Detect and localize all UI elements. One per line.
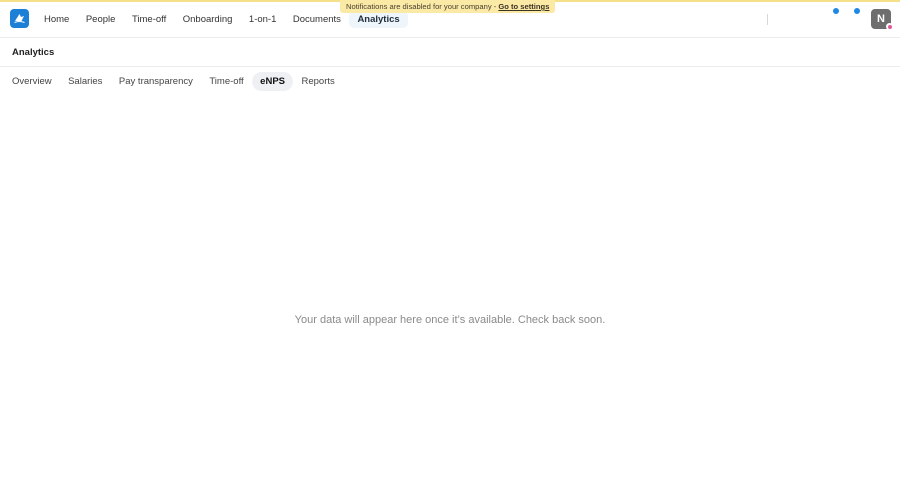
nav-item-time-off[interactable]: Time-off [124,11,174,28]
nav-item-documents[interactable]: Documents [285,11,349,28]
app-logo-icon[interactable] [10,9,29,28]
status-dot-icon[interactable] [833,8,839,14]
page-title: Analytics [12,47,55,58]
avatar-initial: N [877,13,885,25]
main-nav: Home People Time-off Onboarding 1-on-1 D… [36,11,408,28]
nav-item-one-on-one[interactable]: 1-on-1 [241,11,284,28]
tab-enps[interactable]: eNPS [252,72,293,91]
analytics-tabs: Overview Salaries Pay transparency Time-… [4,72,343,91]
nav-item-onboarding[interactable]: Onboarding [175,11,241,28]
tab-reports[interactable]: Reports [294,72,343,91]
app-logo-glyph [14,14,25,23]
header-divider [767,14,768,25]
empty-state-message: Your data will appear here once it’s ava… [294,314,606,326]
banner-text: Notifications are disabled for your comp… [346,2,499,11]
tab-pay-transparency[interactable]: Pay transparency [111,72,201,91]
notifications-disabled-banner: Notifications are disabled for your comp… [340,0,556,13]
tab-overview[interactable]: Overview [4,72,60,91]
avatar-status-badge [886,23,893,30]
user-avatar[interactable]: N [871,9,893,30]
status-dot-icon[interactable] [854,8,860,14]
tab-salaries[interactable]: Salaries [60,72,110,91]
nav-item-home[interactable]: Home [36,11,77,28]
nav-item-people[interactable]: People [78,11,124,28]
go-to-settings-link[interactable]: Go to settings [498,2,549,11]
tab-time-off[interactable]: Time-off [201,72,251,91]
nav-item-analytics[interactable]: Analytics [349,11,408,28]
page-header: Analytics [0,39,900,67]
